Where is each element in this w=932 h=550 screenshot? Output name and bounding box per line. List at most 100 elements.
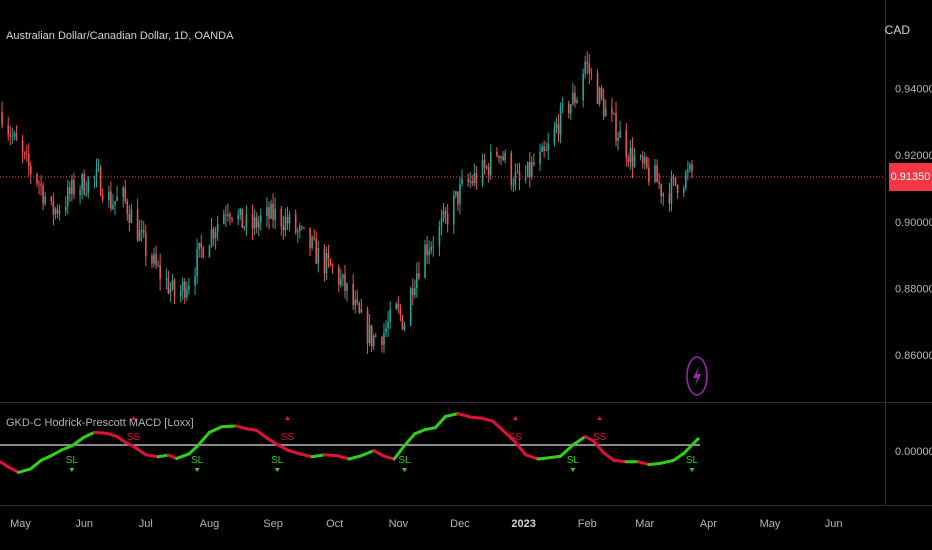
candle (438, 226, 441, 247)
hp-macd-segment (298, 452, 314, 459)
long-signal-label: SL (398, 455, 411, 466)
hp-macd-segment (524, 453, 540, 461)
candle (274, 208, 276, 220)
candle (21, 140, 24, 153)
candle (570, 104, 572, 114)
candle (387, 322, 389, 329)
hp-macd-segment (513, 440, 528, 457)
long-signal-label: SL (686, 455, 699, 466)
candle (368, 325, 371, 343)
candle (257, 221, 260, 228)
candle (444, 210, 447, 214)
candle (461, 178, 463, 185)
candle (338, 267, 340, 286)
candle (216, 223, 219, 232)
candle (685, 172, 687, 188)
candle (317, 247, 320, 264)
candle (631, 148, 634, 167)
long-signal-label: SL (191, 455, 204, 466)
candle (516, 171, 519, 173)
candle (194, 276, 196, 286)
candle (545, 150, 547, 152)
candle (411, 288, 414, 296)
candle (541, 146, 543, 152)
candle (413, 288, 416, 296)
candle (122, 187, 125, 197)
candle (9, 134, 12, 137)
candle (280, 208, 283, 227)
candle (374, 335, 377, 337)
hp-macd-segment (220, 424, 238, 429)
candle (296, 230, 299, 233)
candle (64, 206, 67, 211)
candle (389, 309, 391, 323)
candle (294, 214, 297, 233)
candle (50, 196, 53, 201)
candle (689, 164, 691, 170)
time-tick-label: Sep (263, 518, 283, 530)
candle (504, 152, 506, 160)
candle (325, 252, 328, 274)
hp-macd-segment (637, 460, 651, 467)
indicator-title[interactable]: GKD-C Hodrick-Prescott MACD [Loxx] (6, 417, 194, 429)
candle (502, 156, 504, 160)
long-signal-arrow (570, 468, 576, 472)
candle (311, 237, 313, 248)
candle (383, 332, 385, 345)
candle (687, 169, 689, 173)
candle (184, 281, 186, 298)
candle (469, 180, 472, 182)
candle (381, 336, 383, 345)
candle (116, 196, 118, 202)
candle (225, 214, 227, 216)
time-tick-label: Feb (578, 518, 597, 530)
candle (126, 200, 129, 215)
candle (151, 255, 153, 264)
candle (245, 214, 248, 227)
time-tick-label: Jun (825, 518, 843, 530)
candle (399, 308, 402, 316)
candle (432, 246, 435, 248)
candle (489, 151, 492, 176)
candle (533, 162, 535, 165)
candle (52, 200, 55, 215)
candle (124, 187, 127, 201)
candle (590, 72, 593, 74)
hp-macd-segment (310, 453, 326, 459)
candle (471, 180, 474, 184)
time-tick-label: Nov (389, 518, 409, 530)
candle (138, 230, 141, 241)
candle (646, 157, 648, 168)
hp-macd-segment (6, 465, 20, 474)
candle (543, 146, 545, 151)
candle (346, 283, 348, 291)
time-tick-label: Jul (139, 518, 153, 530)
candle (188, 285, 190, 290)
candle (157, 265, 159, 267)
candle (559, 105, 562, 135)
candle (128, 214, 131, 223)
candle (71, 179, 73, 194)
symbol-title[interactable]: Australian Dollar/Canadian Dollar, 1D, O… (6, 30, 233, 42)
candle (395, 303, 398, 310)
candle (358, 303, 361, 313)
candle (459, 184, 461, 205)
candle (268, 207, 270, 219)
hp-macd-segment (612, 458, 628, 464)
short-signal-arrow (597, 416, 603, 420)
candle (658, 182, 660, 185)
candle (282, 226, 285, 231)
candle (179, 291, 182, 297)
hp-macd-segment (359, 449, 376, 458)
candle (457, 191, 459, 205)
hp-macd-segment (444, 412, 460, 418)
short-signal-label: SS (509, 432, 523, 443)
lightning-bolt-icon[interactable] (686, 356, 708, 396)
candle (23, 152, 26, 154)
candle (670, 178, 673, 204)
candle (668, 193, 671, 204)
candle (452, 195, 455, 225)
candle (303, 227, 305, 229)
candle (208, 245, 211, 258)
candle (329, 259, 332, 266)
